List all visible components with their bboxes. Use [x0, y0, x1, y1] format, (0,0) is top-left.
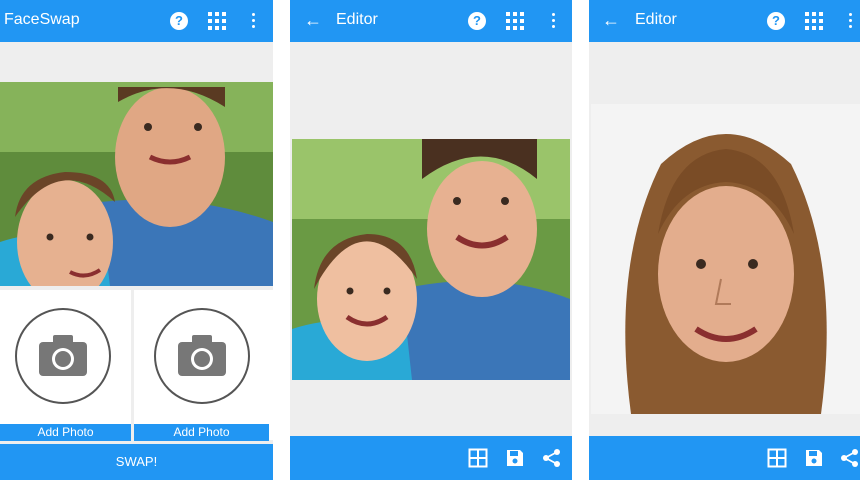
add-photo-circle[interactable] — [15, 308, 111, 404]
screen-faceswap: FaceSwap ? Add Photo Add Photo SWAP! — [0, 0, 273, 480]
grid-icon[interactable] — [208, 12, 226, 30]
app-bar: ← Editor ? — [589, 0, 860, 42]
screen-title: Editor — [336, 11, 378, 28]
photo-portrait — [591, 104, 860, 414]
camera-icon — [39, 335, 87, 376]
help-icon[interactable]: ? — [170, 12, 188, 30]
screen-title: Editor — [635, 11, 677, 28]
back-arrow-icon[interactable]: ← — [304, 10, 322, 31]
editor-photo — [591, 104, 860, 414]
photo-slot-1[interactable]: Add Photo — [0, 290, 131, 441]
result-photo — [0, 82, 273, 286]
share-icon[interactable] — [840, 448, 860, 468]
add-photo-button-2[interactable]: Add Photo — [134, 424, 269, 441]
more-vert-icon[interactable] — [552, 13, 556, 29]
share-icon[interactable] — [542, 448, 562, 468]
photo-slot-2[interactable]: Add Photo — [134, 290, 273, 441]
layout-grid-icon[interactable] — [468, 448, 488, 468]
grid-icon[interactable] — [506, 12, 524, 30]
grid-icon[interactable] — [805, 12, 823, 30]
screen-editor-1: ← Editor ? — [290, 0, 572, 480]
bottom-toolbar — [290, 436, 572, 480]
back-arrow-icon[interactable]: ← — [602, 10, 620, 31]
app-title: FaceSwap — [4, 11, 80, 28]
more-vert-icon[interactable] — [252, 13, 256, 29]
bottom-toolbar — [589, 436, 860, 480]
screen-editor-2: ← Editor ? — [589, 0, 860, 480]
photo-two-faces — [0, 82, 273, 286]
add-photo-circle[interactable] — [154, 308, 250, 404]
help-icon[interactable]: ? — [468, 12, 486, 30]
save-icon[interactable] — [804, 448, 824, 468]
app-bar: ← Editor ? — [290, 0, 572, 42]
swap-button[interactable]: SWAP! — [0, 444, 273, 480]
camera-icon — [178, 335, 226, 376]
help-icon[interactable]: ? — [767, 12, 785, 30]
more-vert-icon[interactable] — [849, 13, 853, 29]
editor-photo — [292, 139, 570, 380]
save-icon[interactable] — [505, 448, 525, 468]
app-bar: FaceSwap ? — [0, 0, 273, 42]
layout-grid-icon[interactable] — [767, 448, 787, 468]
photo-two-faces — [292, 139, 570, 380]
add-photo-button-1[interactable]: Add Photo — [0, 424, 131, 441]
